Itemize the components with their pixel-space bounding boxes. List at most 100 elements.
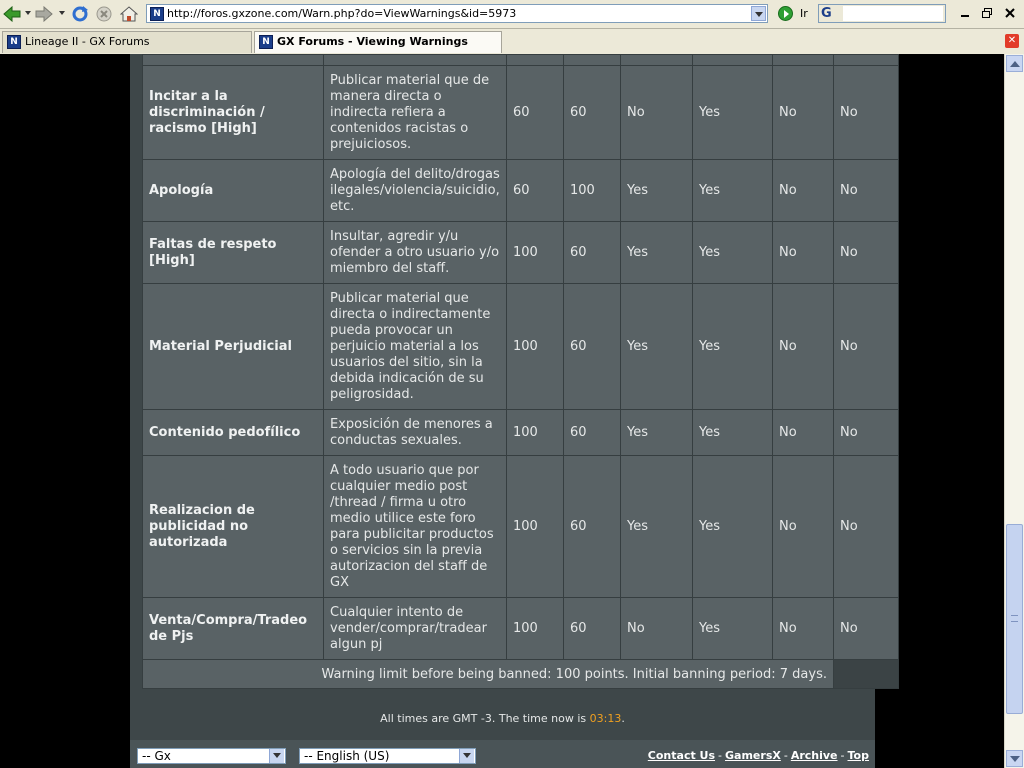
warning-name: Apología	[142, 159, 324, 222]
warning-value-c1: 100	[506, 455, 564, 598]
footer-bar: -- Gx -- English (US) Contact Us - GamersX…	[130, 740, 875, 768]
top-link[interactable]: Top	[848, 749, 869, 762]
warning-description: Exposición de menores a conductas sexual…	[323, 409, 507, 456]
warning-value-c4: Yes	[692, 65, 773, 160]
time-suffix: .	[621, 712, 625, 725]
warning-value-c5: No	[772, 597, 834, 660]
reload-button[interactable]	[70, 4, 90, 24]
link-separator: -	[783, 749, 788, 762]
back-button[interactable]	[2, 4, 22, 24]
warning-value-c3: No	[620, 65, 693, 160]
time-prefix: All times are GMT -3. The time now is	[380, 712, 590, 725]
tab-label: Lineage II - GX Forums	[25, 35, 150, 48]
warning-value-c3	[620, 54, 693, 66]
warning-value-c6: No	[833, 283, 899, 410]
warning-description: Apología del delito/drogas ilegales/viol…	[323, 159, 507, 222]
warning-value-c5: No	[772, 455, 834, 598]
warning-value-c2: 60	[563, 283, 621, 410]
vertical-scrollbar[interactable]	[1004, 54, 1024, 768]
back-history-dropdown[interactable]	[25, 11, 31, 15]
warning-value-c6: No	[833, 65, 899, 160]
style-chooser-value: -- Gx	[142, 749, 171, 763]
warning-limit-empty-cell	[833, 659, 899, 689]
warning-description: Insultar, agredir y/u ofender a otro usu…	[323, 221, 507, 284]
search-input[interactable]	[843, 6, 943, 21]
minimize-button[interactable]	[956, 4, 974, 22]
scroll-down-button[interactable]	[1006, 750, 1023, 767]
link-separator: -	[840, 749, 845, 762]
warning-row: Realizacion de publicidad no autorizada A…	[142, 455, 899, 598]
tab-bar: N Lineage II - GX Forums N GX Forums - V…	[0, 28, 1024, 54]
warning-value-c4: Yes	[692, 455, 773, 598]
warning-name: Incitar a la discriminación / racismo [H…	[142, 65, 324, 160]
close-tab-icon[interactable]: ✕	[1005, 34, 1019, 48]
tab-label: GX Forums - Viewing Warnings	[277, 35, 468, 48]
warning-row: Contenido pedofílico Exposición de menore…	[142, 409, 899, 456]
language-chooser-value: -- English (US)	[304, 749, 390, 763]
address-dropdown-button[interactable]	[751, 6, 766, 21]
style-chooser-select[interactable]: -- Gx	[137, 748, 286, 764]
warning-value-c5: No	[772, 283, 834, 410]
scrollbar-thumb[interactable]	[1006, 524, 1023, 714]
home-button[interactable]	[118, 4, 140, 24]
warning-value-c6	[833, 54, 899, 66]
gamersx-link[interactable]: GamersX	[725, 749, 781, 762]
warning-value-c5	[772, 54, 834, 66]
forward-button[interactable]	[34, 4, 54, 24]
warning-row: Incitar a la discriminación / racismo [H…	[142, 65, 899, 160]
warning-value-c3: Yes	[620, 455, 693, 598]
warning-name: Realizacion de publicidad no autorizada	[142, 455, 324, 598]
home-icon	[120, 6, 138, 22]
warning-value-c1	[506, 54, 564, 66]
warning-value-c3: Yes	[620, 159, 693, 222]
warning-name: Contenido pedofílico	[142, 409, 324, 456]
warning-value-c1: 100	[506, 283, 564, 410]
chevron-down-icon[interactable]	[459, 749, 474, 763]
go-button[interactable]: Ir	[778, 6, 814, 22]
navigation-toolbar: N Ir G	[0, 0, 1024, 28]
close-window-button[interactable]	[1001, 4, 1019, 22]
restore-icon	[982, 8, 992, 18]
warning-limit-text: Warning limit before being banned: 100 p…	[142, 659, 834, 689]
warning-value-c6: No	[833, 221, 899, 284]
server-time-note: All times are GMT -3. The time now is 03…	[130, 712, 875, 725]
tab-lineage-ii-gx-forums[interactable]: N Lineage II - GX Forums	[2, 31, 252, 53]
forward-history-dropdown[interactable]	[59, 11, 65, 15]
address-bar[interactable]: N	[146, 4, 768, 23]
search-engine-icon[interactable]: G	[821, 6, 841, 21]
warning-value-c4: Yes	[692, 597, 773, 660]
warning-row: Faltas de respeto [High] Insultar, agredi…	[142, 221, 899, 284]
address-input[interactable]	[167, 6, 749, 21]
go-arrow-icon	[778, 6, 793, 21]
language-chooser-select[interactable]: -- English (US)	[299, 748, 476, 764]
contact-us-link[interactable]: Contact Us	[648, 749, 715, 762]
restore-button[interactable]	[978, 4, 996, 22]
warning-value-c3: No	[620, 597, 693, 660]
warning-row: Venta/Compra/Tradeo de Pjs Cualquier inte…	[142, 597, 899, 660]
warning-value-c4: Yes	[692, 221, 773, 284]
warning-value-c5: No	[772, 159, 834, 222]
tab-viewing-warnings[interactable]: N GX Forums - Viewing Warnings	[254, 31, 502, 53]
warning-value-c1: 100	[506, 597, 564, 660]
stop-button[interactable]	[94, 4, 114, 24]
warning-value-c1: 100	[506, 409, 564, 456]
warning-row	[142, 54, 899, 66]
tab-favicon-icon: N	[259, 35, 273, 49]
close-icon	[1005, 8, 1015, 18]
warning-value-c4	[692, 54, 773, 66]
warning-description: Publicar material que directa o indirect…	[323, 283, 507, 410]
forward-arrow-icon	[35, 6, 53, 22]
warning-value-c4: Yes	[692, 159, 773, 222]
go-label: Ir	[800, 7, 808, 20]
warning-limit-row: Warning limit before being banned: 100 p…	[142, 659, 899, 689]
scroll-up-button[interactable]	[1006, 55, 1023, 72]
archive-link[interactable]: Archive	[791, 749, 838, 762]
warning-value-c1: 60	[506, 159, 564, 222]
warning-value-c5: No	[772, 221, 834, 284]
chevron-down-icon[interactable]	[269, 749, 284, 763]
warning-description	[323, 54, 507, 66]
warning-value-c2: 60	[563, 221, 621, 284]
warning-value-c2	[563, 54, 621, 66]
search-box[interactable]: G	[818, 4, 946, 23]
warning-value-c2: 100	[563, 159, 621, 222]
